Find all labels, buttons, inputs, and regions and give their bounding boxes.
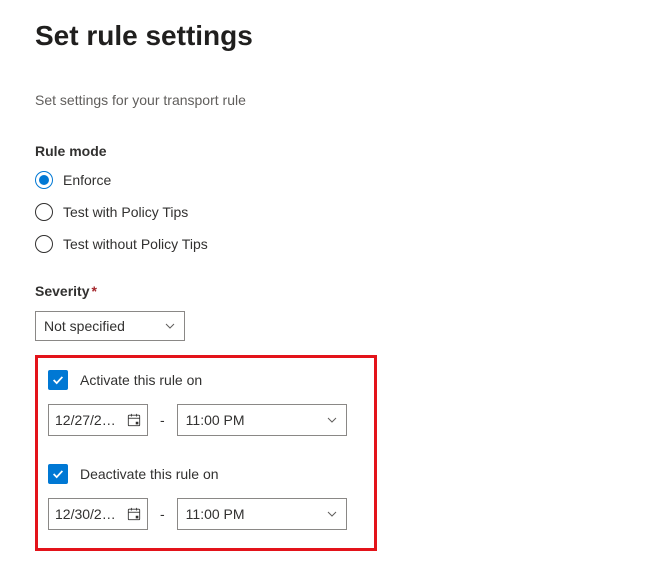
deactivate-checkbox[interactable] [48, 464, 68, 484]
chevron-down-icon [164, 320, 176, 332]
activate-checkbox[interactable] [48, 370, 68, 390]
deactivate-date-value: 12/30/2… [55, 506, 116, 522]
radio-icon [35, 203, 53, 221]
radio-label: Enforce [63, 172, 111, 188]
page-title: Set rule settings [35, 20, 627, 52]
radio-icon [35, 171, 53, 189]
radio-test-with-tips[interactable]: Test with Policy Tips [35, 203, 627, 221]
chevron-down-icon [326, 414, 338, 426]
page-subheading: Set settings for your transport rule [35, 92, 627, 108]
activate-checkbox-row: Activate this rule on [48, 370, 364, 390]
chevron-down-icon [326, 508, 338, 520]
severity-label: Severity* [35, 283, 627, 299]
check-icon [51, 373, 65, 387]
deactivate-date-input[interactable]: 12/30/2… [48, 498, 148, 530]
deactivate-label: Deactivate this rule on [80, 466, 219, 482]
activate-label: Activate this rule on [80, 372, 202, 388]
activate-datetime-row: 12/27/2… - 11:00 PM [48, 404, 364, 436]
calendar-icon [127, 413, 141, 427]
deactivate-time-select[interactable]: 11:00 PM [177, 498, 347, 530]
activate-date-input[interactable]: 12/27/2… [48, 404, 148, 436]
radio-icon [35, 235, 53, 253]
calendar-icon [127, 507, 141, 521]
radio-label: Test with Policy Tips [63, 204, 188, 220]
deactivate-checkbox-row: Deactivate this rule on [48, 464, 364, 484]
severity-value: Not specified [44, 318, 125, 334]
radio-test-without-tips[interactable]: Test without Policy Tips [35, 235, 627, 253]
activate-date-value: 12/27/2… [55, 412, 116, 428]
rule-mode-group: Rule mode Enforce Test with Policy Tips … [35, 143, 627, 253]
dash-separator: - [158, 412, 167, 428]
dash-separator: - [158, 506, 167, 522]
rule-mode-label: Rule mode [35, 143, 627, 159]
check-icon [51, 467, 65, 481]
activate-time-value: 11:00 PM [186, 412, 245, 428]
severity-select[interactable]: Not specified [35, 311, 185, 341]
date-rules-highlight: Activate this rule on 12/27/2… - 11:00 P… [35, 355, 377, 551]
deactivate-time-value: 11:00 PM [186, 506, 245, 522]
radio-enforce[interactable]: Enforce [35, 171, 627, 189]
deactivate-datetime-row: 12/30/2… - 11:00 PM [48, 498, 364, 530]
severity-section: Severity* Not specified [35, 283, 627, 341]
activate-time-select[interactable]: 11:00 PM [177, 404, 347, 436]
required-indicator: * [91, 283, 96, 299]
radio-label: Test without Policy Tips [63, 236, 208, 252]
